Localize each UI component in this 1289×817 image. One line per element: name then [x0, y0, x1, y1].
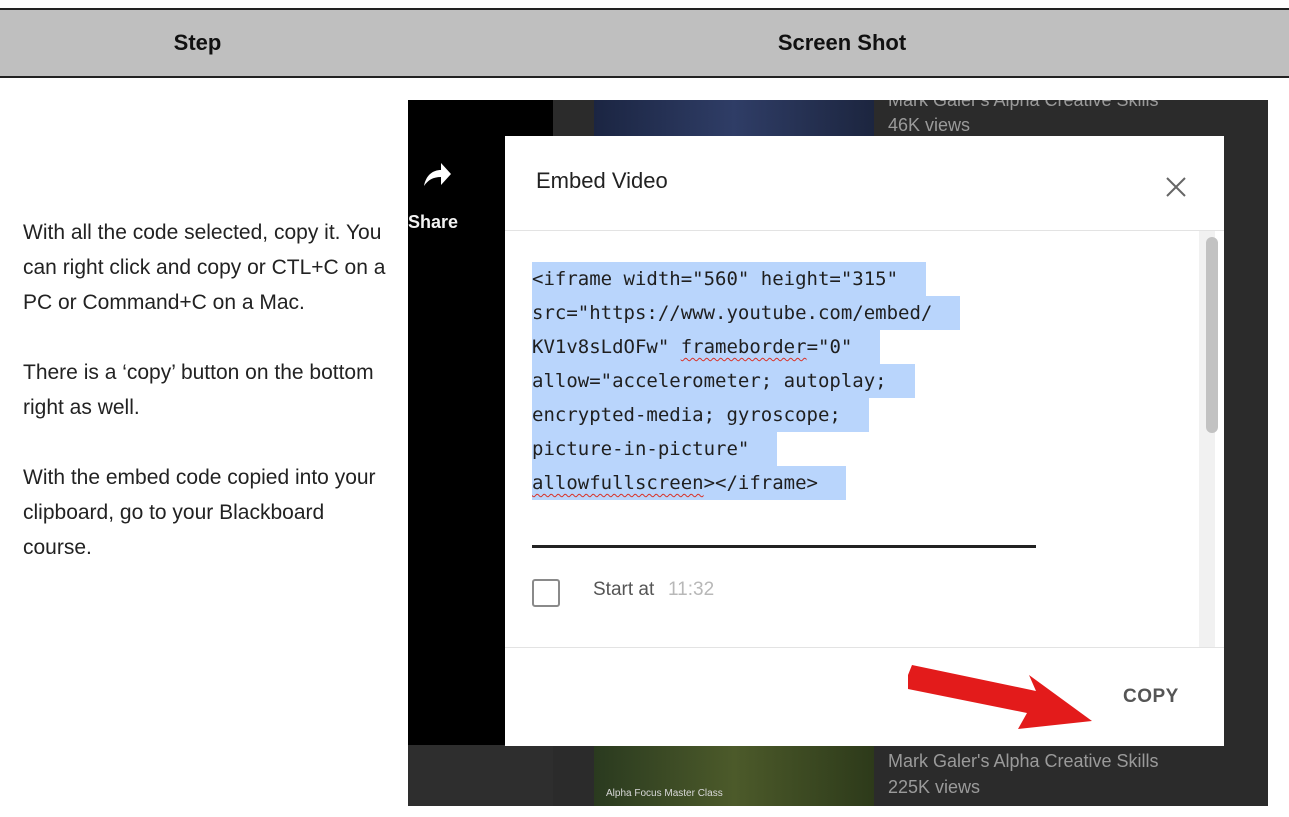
instruction-paragraph: With all the code selected, copy it. You… — [23, 221, 386, 314]
instruction-paragraph: With the embed code copied into your cli… — [23, 466, 376, 559]
code-line: <iframe width="560" height="315" — [532, 262, 927, 296]
table-header-row: Step Screen Shot — [0, 8, 1289, 78]
code-line: src="https://www.youtube.com/embed/ — [532, 296, 961, 330]
embed-video-dialog: Embed Video <iframe width="560" height="… — [505, 136, 1224, 746]
close-icon[interactable] — [1165, 176, 1187, 198]
start-at-checkbox[interactable] — [532, 579, 560, 607]
start-at-label: Start at — [593, 579, 655, 600]
video-thumbnail[interactable] — [594, 100, 874, 136]
share-label[interactable]: Share — [408, 212, 458, 233]
spellcheck-underline: allowfullscreen — [532, 472, 704, 494]
divider — [505, 230, 1224, 231]
dialog-title: Embed Video — [536, 168, 668, 193]
red-arrow-icon — [908, 665, 1092, 729]
code-line: allow="accelerometer; autoplay; — [532, 364, 915, 398]
copy-button[interactable]: COPY — [1123, 686, 1179, 708]
embed-code-textarea[interactable]: <iframe width="560" height="315" src="ht… — [532, 262, 961, 500]
start-at-time[interactable]: 11:32 — [668, 579, 714, 601]
instruction-paragraph: There is a ‘copy’ button on the bottom r… — [23, 361, 374, 419]
code-line: KV1v8sLdOFw" frameborder="0" — [532, 330, 881, 364]
scrollbar-thumb[interactable] — [1206, 237, 1218, 433]
spellcheck-underline: frameborder — [680, 336, 807, 358]
video-title[interactable]: Mark Galer's Alpha Creative Skills — [888, 751, 1159, 772]
divider — [505, 647, 1224, 648]
video-views: 225K views — [888, 777, 981, 797]
textarea-underline — [532, 545, 1036, 548]
screenshot-column-header: Screen Shot — [777, 30, 907, 55]
youtube-screenshot: Mark Galer's Alpha Creative Skills 46K v… — [408, 100, 1268, 806]
video-title[interactable]: Mark Galer's Alpha Creative Skills — [888, 100, 1159, 111]
step-instructions: With all the code selected, copy it. You… — [23, 215, 393, 600]
video-views: 46K views — [888, 115, 971, 135]
code-line: encrypted-media; gyroscope; — [532, 398, 869, 432]
thumbnail-caption: Alpha Focus Master Class — [606, 788, 723, 799]
code-line: allowfullscreen></iframe> — [532, 466, 846, 500]
code-line: picture-in-picture" — [532, 432, 778, 466]
step-column-header: Step — [173, 30, 222, 55]
share-arrow-icon[interactable] — [422, 162, 452, 188]
